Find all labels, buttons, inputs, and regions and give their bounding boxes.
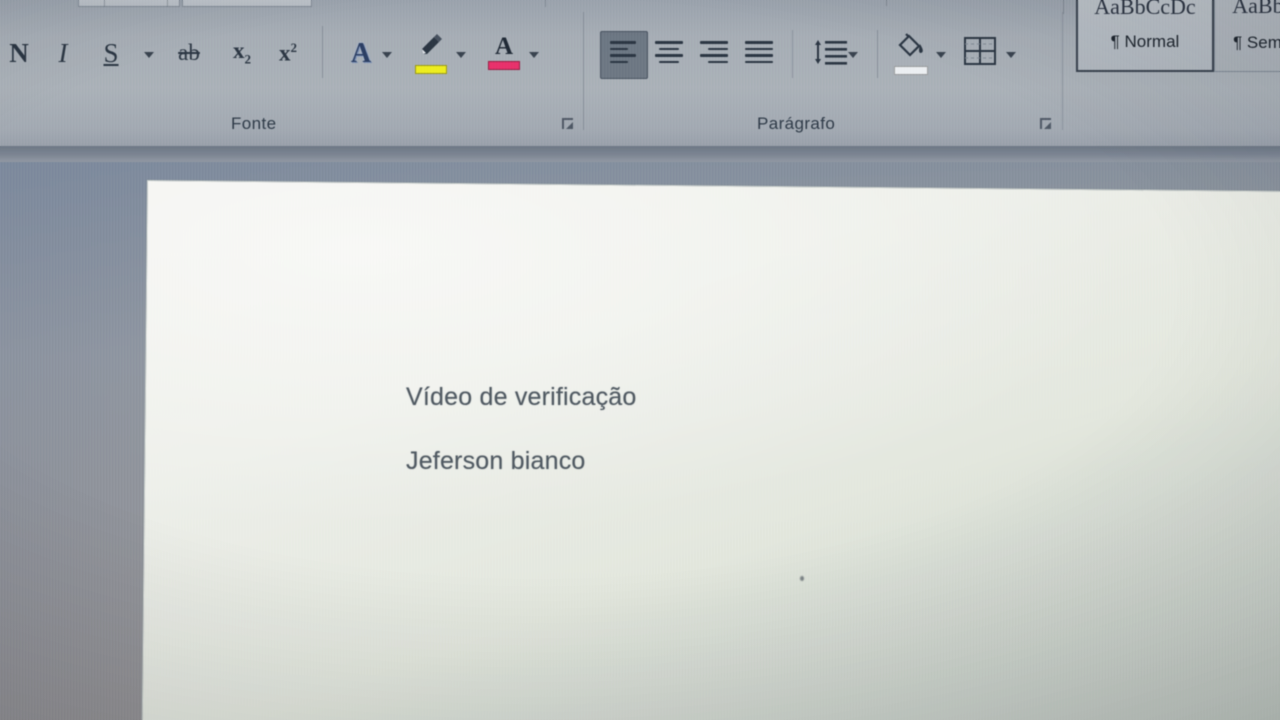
borders-grid-icon — [963, 36, 997, 71]
style-preview-normal: AaBbCcDc — [1094, 0, 1196, 19]
underline-icon: S — [103, 37, 119, 68]
superscript-icon: x2 — [279, 39, 297, 66]
highlighter-pen-icon — [417, 32, 445, 63]
document-line-title[interactable]: Vídeo de verificação — [406, 383, 637, 412]
underline-button[interactable]: S — [92, 32, 130, 74]
font-color-icon: A — [494, 33, 514, 61]
strikethrough-icon: ab — [178, 40, 200, 65]
subscript-button[interactable]: x2 — [222, 32, 262, 74]
shading-dropdown-caret[interactable] — [936, 52, 946, 58]
italic-icon: I — [58, 37, 68, 68]
font-size-box[interactable] — [182, 0, 312, 7]
strikethrough-button[interactable]: ab — [168, 32, 210, 74]
line-spacing-icon — [812, 37, 848, 72]
bold-icon: N — [9, 37, 29, 68]
styles-gallery: AaBbCcDc ¶ Normal AaBbCcDc ¶ Sem Esp… — [1076, 0, 1280, 72]
text-effects-dropdown-caret[interactable] — [382, 52, 392, 58]
document-page[interactable]: Vídeo de verificação Jeferson bianco — [141, 180, 1280, 720]
style-item-normal[interactable]: AaBbCcDc ¶ Normal — [1076, 0, 1214, 72]
highlight-button[interactable] — [410, 28, 452, 78]
align-right-button[interactable] — [700, 41, 728, 67]
toolbar-tick-5 — [1063, 0, 1064, 14]
line-spacing-button[interactable] — [808, 32, 852, 76]
underline-dropdown-caret[interactable] — [144, 52, 154, 58]
spacing-shading-separator — [877, 30, 878, 78]
bold-button[interactable]: N — [0, 32, 38, 74]
superscript-button[interactable]: x2 — [268, 32, 308, 74]
text-effects-icon: A — [350, 38, 372, 69]
paragraph-dialog-launcher[interactable] — [1038, 116, 1054, 132]
style-item-no-spacing[interactable]: AaBbCcDc ¶ Sem Esp… — [1214, 0, 1280, 72]
paragraph-styles-group-separator — [1062, 12, 1063, 130]
screen-dust-speck — [800, 576, 804, 581]
document-canvas: Vídeo de verificação Jeferson bianco — [0, 162, 1280, 720]
shading-button[interactable] — [890, 28, 932, 78]
line-spacing-svg — [815, 39, 847, 65]
subscript-icon: x2 — [233, 38, 251, 67]
line-spacing-dropdown-caret[interactable] — [848, 52, 858, 58]
align-center-button[interactable] — [655, 41, 683, 67]
borders-grid-svg — [964, 36, 996, 65]
borders-dropdown-caret[interactable] — [1006, 52, 1016, 58]
font-name-box[interactable] — [78, 0, 180, 7]
paragraph-dialog-launcher-icon — [1040, 118, 1051, 129]
style-preview-no-spacing: AaBbCcDc — [1232, 0, 1280, 18]
font-group-label: Fonte — [231, 114, 277, 133]
highlight-color-swatch — [415, 65, 447, 74]
italic-button[interactable]: I — [44, 32, 82, 74]
toolbar-tick-4 — [886, 0, 887, 6]
font-dialog-launcher-icon — [562, 118, 573, 129]
paint-bucket-icon — [896, 31, 926, 64]
text-effects-button[interactable]: A — [340, 32, 382, 76]
highlighter-pen-svg — [422, 34, 442, 54]
document-line-author[interactable]: Jeferson bianco — [406, 447, 586, 476]
toolbar-tick-2 — [167, 0, 168, 7]
font-paragraph-group-separator — [583, 12, 584, 130]
paint-bucket-svg — [898, 33, 923, 57]
font-group-separator — [322, 26, 323, 78]
font-dialog-launcher[interactable] — [560, 116, 576, 132]
word-screenshot-photo: N I S ab x2 x2 A A Fonte Parágrafo AaBbC… — [0, 0, 1280, 720]
toolbar-tick-1 — [104, 0, 105, 7]
ribbon-bottom-border — [0, 146, 1280, 162]
borders-button[interactable] — [958, 30, 1002, 76]
paragraph-group-label: Parágrafo — [757, 114, 836, 133]
font-color-dropdown-caret[interactable] — [529, 52, 539, 58]
font-color-button[interactable]: A — [484, 28, 524, 78]
ribbon: N I S ab x2 x2 A A Fonte Parágrafo AaBbC… — [0, 0, 1280, 146]
justify-button[interactable] — [745, 41, 773, 67]
style-name-no-spacing: ¶ Sem Esp… — [1233, 33, 1280, 52]
align-left-icon — [610, 41, 636, 67]
shading-color-swatch — [894, 66, 928, 75]
alignment-spacing-separator — [792, 30, 793, 78]
style-name-normal: ¶ Normal — [1110, 32, 1180, 51]
highlight-dropdown-caret[interactable] — [456, 52, 466, 58]
document-page-content: Vídeo de verificação Jeferson bianco — [148, 181, 1280, 720]
toolbar-tick-3 — [545, 0, 546, 7]
font-color-swatch — [488, 60, 520, 70]
